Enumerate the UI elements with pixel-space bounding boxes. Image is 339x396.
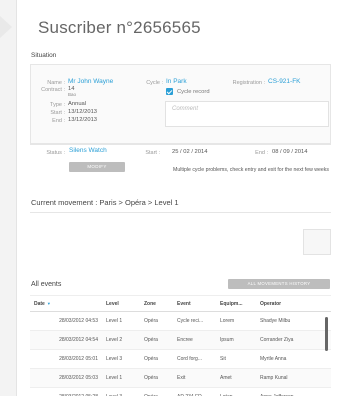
column-header-zone[interactable]: Zone: [140, 295, 173, 312]
registration-label: Registration :: [232, 80, 265, 86]
history-button[interactable]: ALL MOVEMENTS HISTORY: [228, 279, 330, 289]
divider: [30, 212, 331, 213]
column-header-date[interactable]: Date ▼: [30, 295, 102, 312]
column-header-equipment[interactable]: Equipm...: [216, 295, 256, 312]
table-row[interactable]: 28/03/2012 05:28 Level 3 Opéra AD 234 FD…: [30, 387, 331, 396]
events-heading: All events: [31, 281, 62, 288]
column-header-level[interactable]: Level: [102, 295, 140, 312]
divider: [30, 144, 331, 145]
panel-tab-arrow-icon[interactable]: [0, 16, 12, 38]
sort-down-icon[interactable]: ▼: [47, 301, 51, 306]
table-row[interactable]: 28/03/2012 05:03 Level 1 Opéra Exit Amet…: [30, 368, 331, 388]
status-start-value: 25 / 02 / 2014: [172, 149, 208, 155]
contract-label: Contract :: [41, 87, 65, 93]
status-link[interactable]: Silens Watch: [69, 147, 107, 154]
cycle-link[interactable]: In Park: [166, 78, 187, 85]
modify-button[interactable]: MODIFY: [69, 162, 125, 172]
status-end-value: 08 / 09 / 2014: [272, 149, 308, 155]
side-placeholder-box: [303, 229, 331, 255]
table-row[interactable]: 28/03/2012 04:54 Level 2 Opéra Encree Ip…: [30, 330, 331, 350]
table-header-row: Date ▼ Level Zone Event Equipm... Operato…: [30, 295, 331, 312]
contract-sub-value: Bao: [68, 92, 77, 97]
type-label: Type :: [50, 102, 65, 108]
name-link[interactable]: Mr John Wayne: [68, 78, 113, 85]
start-label: Start :: [50, 110, 65, 116]
table-scrollbar[interactable]: [325, 317, 328, 351]
situation-heading: Situation: [31, 52, 57, 59]
status-label: Status :: [46, 150, 65, 156]
current-movement: Current movement : Paris > Opéra > Level…: [31, 198, 179, 207]
column-header-operator[interactable]: Operator: [256, 295, 331, 312]
status-note: Multiple cycle problems, check entry and…: [173, 167, 329, 173]
start-value: 13/12/2013: [68, 109, 98, 115]
cycle-record-label: Cycle record: [177, 89, 210, 95]
events-table: Date ▼ Level Zone Event Equipm... Operato…: [30, 295, 331, 396]
end-label: End :: [52, 118, 65, 124]
name-label: Name :: [47, 80, 65, 86]
status-end-label: End :: [255, 150, 268, 156]
column-header-event[interactable]: Event: [173, 295, 216, 312]
cycle-label: Cycle :: [146, 80, 163, 86]
table-row[interactable]: 28/03/2012 05:01 Level 3 Opéra Cord forg…: [30, 349, 331, 369]
comment-textarea[interactable]: Comment: [165, 101, 329, 127]
table-row[interactable]: 28/03/2012 04:53 Level 1 Opéra Cycle rec…: [30, 311, 331, 331]
page-title: Suscriber n°2656565: [38, 18, 201, 37]
status-start-label: Start :: [145, 150, 160, 156]
end-value: 13/12/2013: [68, 117, 98, 123]
type-value: Annual: [68, 101, 87, 107]
registration-link[interactable]: CS-921-FK: [268, 78, 301, 85]
cycle-record-checkbox-icon[interactable]: [166, 88, 173, 95]
